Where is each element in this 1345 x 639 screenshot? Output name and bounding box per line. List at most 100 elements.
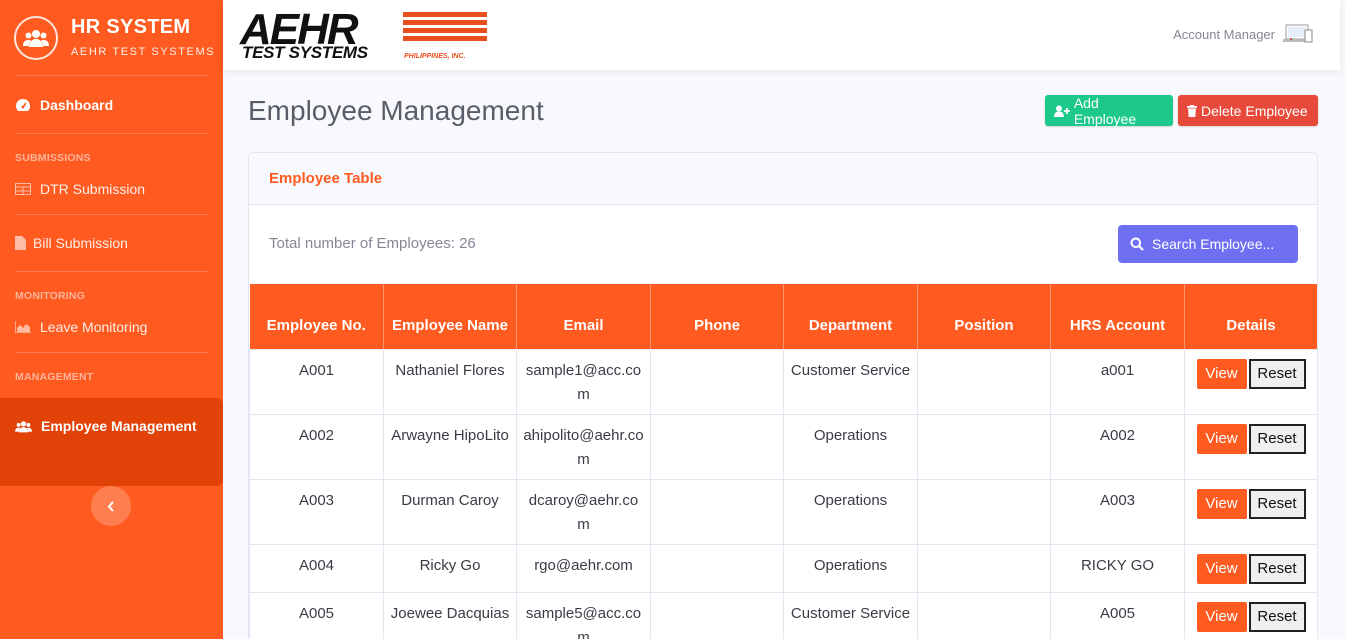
cell-employee-no: A003	[249, 478, 384, 545]
cell-department: Operations	[783, 478, 918, 545]
column-header-employee-name[interactable]: Employee Name	[383, 284, 517, 349]
column-header-details: Details	[1184, 284, 1317, 349]
reset-button[interactable]: Reset	[1248, 358, 1306, 389]
sidebar-item-dashboard[interactable]: Dashboard	[0, 76, 223, 133]
delete-employee-label: Delete Employee	[1201, 102, 1308, 119]
sidebar-item-label: Dashboard	[40, 96, 114, 113]
logo-country-text: PHILIPPINES, INC.	[404, 53, 466, 60]
sidebar-divider	[15, 133, 208, 134]
file-icon	[15, 236, 26, 250]
view-button[interactable]: View	[1196, 488, 1247, 519]
chevron-left-icon	[107, 500, 114, 512]
table-row: A005 Joewee Dacquias sample5@acc.com Cus…	[249, 591, 1317, 639]
cell-phone	[650, 413, 784, 480]
account-label: Account Manager	[1173, 26, 1275, 42]
view-button[interactable]: View	[1196, 358, 1247, 389]
table-row: A004 Ricky Go rgo@aehr.com Operations RI…	[249, 543, 1317, 593]
cell-employee-no: A005	[249, 591, 384, 639]
page-title: Employee Management	[248, 95, 544, 126]
cell-position	[917, 543, 1051, 593]
view-button[interactable]: View	[1196, 601, 1247, 632]
sidebar-item-dtr-submission[interactable]: DTR Submission	[0, 164, 223, 214]
brand-title: HR SYSTEM	[71, 16, 191, 38]
topbar: AEHR TEST SYSTEMS PHILIPPINES, INC. Acco…	[223, 0, 1340, 70]
column-header-position[interactable]: Position	[917, 284, 1051, 349]
cell-employee-name: Arwayne HipoLito	[383, 413, 517, 480]
cell-phone	[650, 348, 784, 415]
cell-details: View Reset	[1184, 413, 1317, 480]
column-header-phone[interactable]: Phone	[650, 284, 784, 349]
sidebar-item-label: Employee Management	[41, 418, 197, 434]
company-logo[interactable]: AEHR TEST SYSTEMS PHILIPPINES, INC.	[240, 5, 488, 62]
cell-email: ahipolito@aehr.com	[516, 413, 651, 480]
cell-employee-name: Durman Caroy	[383, 478, 517, 545]
cell-department: Operations	[783, 543, 918, 593]
sidebar-item-leave-monitoring[interactable]: Leave Monitoring	[0, 302, 223, 352]
reset-button[interactable]: Reset	[1248, 488, 1306, 519]
reset-button[interactable]: Reset	[1248, 423, 1306, 454]
tachometer-icon	[16, 98, 31, 111]
cell-hrs-account: a001	[1050, 348, 1185, 415]
cell-employee-no: A004	[249, 543, 384, 593]
account-menu[interactable]: Account Manager	[1173, 24, 1313, 44]
cell-details: View Reset	[1184, 348, 1317, 415]
cell-details: View Reset	[1184, 478, 1317, 545]
column-header-email[interactable]: Email	[516, 284, 651, 349]
cell-employee-name: Nathaniel Flores	[383, 348, 517, 415]
sidebar-item-label: Bill Submission	[33, 235, 128, 251]
column-header-hrs-account[interactable]: HRS Account	[1050, 284, 1185, 349]
search-employee-label: Search Employee...	[1152, 236, 1275, 252]
cell-details: View Reset	[1184, 591, 1317, 639]
reset-button[interactable]: Reset	[1248, 601, 1306, 632]
table-row: A002 Arwayne HipoLito ahipolito@aehr.com…	[249, 413, 1317, 480]
cell-hrs-account: A003	[1050, 478, 1185, 545]
users-icon	[14, 15, 58, 60]
cell-position	[917, 413, 1051, 480]
sidebar-item-label: Leave Monitoring	[40, 319, 148, 335]
cell-email: sample1@acc.com	[516, 348, 651, 415]
cell-department: Customer Service	[783, 348, 918, 415]
sidebar-item-bill-submission[interactable]: Bill Submission	[0, 215, 223, 271]
table-row: A001 Nathaniel Flores sample1@acc.com Cu…	[249, 348, 1317, 415]
cell-hrs-account: A005	[1050, 591, 1185, 639]
search-icon	[1130, 237, 1144, 251]
sidebar: HR SYSTEM AEHR TEST SYSTEMS Dashboard SU…	[0, 0, 223, 639]
logo-stripes	[403, 12, 487, 44]
area-chart-icon	[15, 321, 31, 333]
column-header-department[interactable]: Department	[783, 284, 918, 349]
brand-subtitle: AEHR TEST SYSTEMS	[71, 46, 216, 58]
delete-employee-button[interactable]: Delete Employee	[1178, 95, 1318, 126]
cell-details: View Reset	[1184, 543, 1317, 593]
table-icon	[15, 183, 31, 195]
cell-employee-name: Joewee Dacquias	[383, 591, 517, 639]
sidebar-heading-submissions: SUBMISSIONS	[15, 152, 91, 164]
reset-button[interactable]: Reset	[1248, 553, 1306, 584]
logo-sub-text: TEST SYSTEMS	[242, 43, 368, 62]
add-employee-button[interactable]: Add Employee	[1045, 95, 1173, 127]
view-button[interactable]: View	[1196, 553, 1247, 584]
cell-employee-name: Ricky Go	[383, 543, 517, 593]
table-header-row: Employee No. Employee Name Email Phone D…	[249, 284, 1317, 349]
cell-position	[917, 478, 1051, 545]
cell-hrs-account: RICKY GO	[1050, 543, 1185, 593]
sidebar-heading-monitoring: MONITORING	[15, 290, 86, 302]
cell-employee-no: A001	[249, 348, 384, 415]
cell-email: rgo@aehr.com	[516, 543, 651, 593]
column-header-employee-no[interactable]: Employee No.	[249, 284, 384, 349]
sidebar-item-employee-management[interactable]: Employee Management	[0, 398, 223, 486]
sidebar-item-label: DTR Submission	[40, 181, 146, 197]
sidebar-divider	[15, 271, 208, 272]
cell-department: Customer Service	[783, 591, 918, 639]
sidebar-brand[interactable]: HR SYSTEM AEHR TEST SYSTEMS	[0, 0, 223, 75]
user-plus-icon	[1054, 105, 1070, 117]
computer-icon	[1283, 24, 1313, 43]
cell-email: dcaroy@aehr.com	[516, 478, 651, 545]
search-employee-button[interactable]: Search Employee...	[1118, 225, 1298, 263]
sidebar-divider	[15, 352, 208, 353]
cell-employee-no: A002	[249, 413, 384, 480]
sidebar-toggle-button[interactable]	[91, 486, 131, 526]
view-button[interactable]: View	[1196, 423, 1247, 454]
trash-icon	[1187, 104, 1197, 117]
cell-position	[917, 348, 1051, 415]
cell-phone	[650, 591, 784, 639]
